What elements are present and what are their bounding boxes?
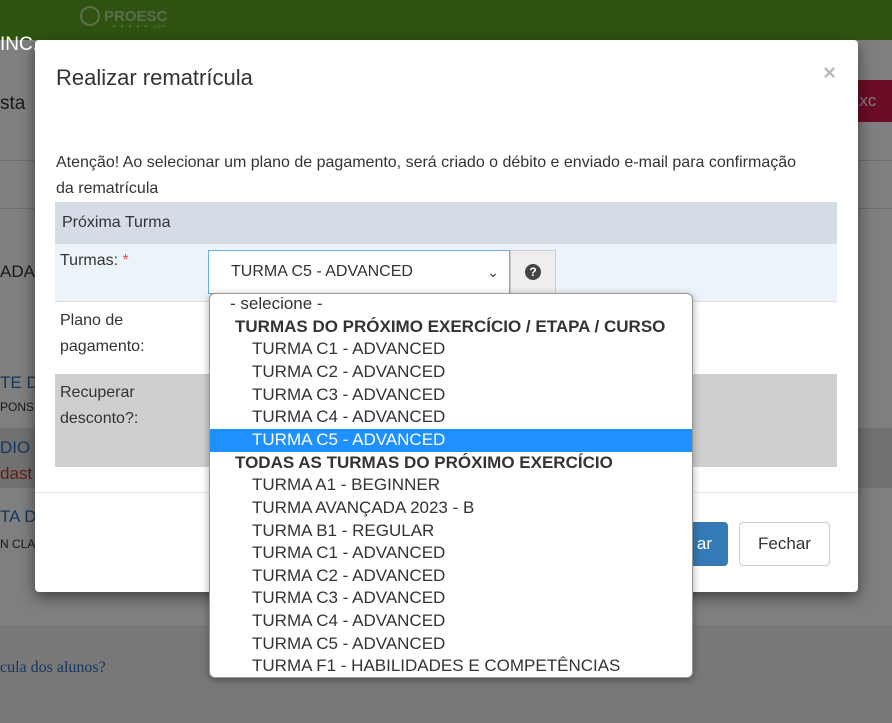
- dropdown-option[interactable]: TURMA AVANÇADA 2023 - B: [210, 497, 692, 520]
- modal-title: Realizar rematrícula: [56, 65, 253, 90]
- turmas-select[interactable]: TURMA C5 - ADVANCED ⌄: [208, 250, 510, 294]
- dropdown-option[interactable]: TURMA B1 - REGULAR: [210, 520, 692, 543]
- dropdown-option-placeholder[interactable]: - selecione -: [210, 294, 692, 316]
- close-button[interactable]: Fechar: [739, 522, 830, 566]
- section-header: Próxima Turma: [55, 202, 837, 244]
- turmas-label: Turmas: *: [60, 248, 129, 274]
- question-icon: ?: [525, 264, 541, 280]
- turmas-selected-value: TURMA C5 - ADVANCED: [231, 263, 413, 280]
- dropdown-option[interactable]: TURMA F1 - HABILIDADES E COMPETÊNCIAS: [210, 655, 692, 677]
- dropdown-group-label: TURMAS DO PRÓXIMO EXERCÍCIO / ETAPA / CU…: [235, 316, 666, 336]
- dropdown-option[interactable]: TURMA C2 - ADVANCED: [210, 361, 692, 384]
- dropdown-option[interactable]: TURMA C3 - ADVANCED: [210, 587, 692, 610]
- dropdown-option[interactable]: TURMA C3 - ADVANCED: [210, 384, 692, 407]
- dropdown-option-selected[interactable]: TURMA C5 - ADVANCED: [210, 428, 692, 452]
- dropdown-option[interactable]: TURMA C2 - ADVANCED: [210, 565, 692, 588]
- required-mark: *: [122, 252, 129, 269]
- notice-text: Atenção! Ao selecionar um plano de pagam…: [56, 154, 797, 197]
- help-button[interactable]: ?: [510, 250, 556, 294]
- chevron-down-icon: ⌄: [487, 264, 499, 280]
- dropdown-option[interactable]: TURMA C1 - ADVANCED: [210, 542, 692, 565]
- close-icon[interactable]: ×: [823, 60, 836, 86]
- dropdown-option[interactable]: TURMA C1 - ADVANCED: [210, 338, 692, 361]
- desconto-label: Recuperar desconto?:: [60, 384, 139, 427]
- plano-label: Plano de pagamento:: [60, 312, 145, 355]
- turmas-dropdown-list[interactable]: - selecione - TURMAS DO PRÓXIMO EXERCÍCIO…: [209, 293, 693, 678]
- dropdown-option[interactable]: TURMA C5 - ADVANCED: [210, 633, 692, 656]
- dropdown-option[interactable]: TURMA A1 - BEGINNER: [210, 474, 692, 497]
- page-heading: INC.: [0, 34, 38, 55]
- dropdown-option[interactable]: TURMA C4 - ADVANCED: [210, 610, 692, 633]
- turmas-label-text: Turmas:: [60, 252, 119, 269]
- dropdown-group-label: TODAS AS TURMAS DO PRÓXIMO EXERCÍCIO: [235, 452, 613, 472]
- dropdown-option[interactable]: TURMA C4 - ADVANCED: [210, 406, 692, 429]
